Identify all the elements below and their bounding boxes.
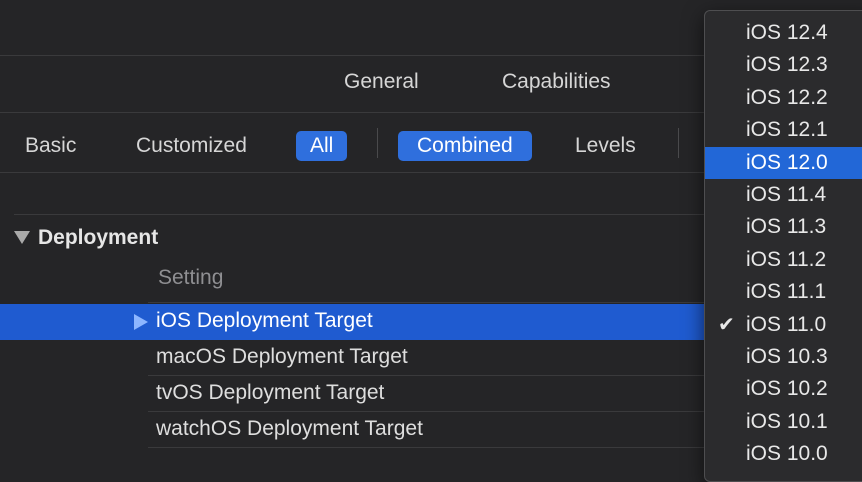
menu-item[interactable]: iOS 12.1: [705, 114, 862, 146]
menu-item[interactable]: iOS 12.4: [705, 17, 862, 49]
section-title: Deployment: [38, 226, 159, 249]
tab-capabilities[interactable]: Capabilities: [502, 70, 611, 94]
menu-item-label: iOS 12.0: [746, 150, 828, 174]
menu-item[interactable]: iOS 11.3: [705, 211, 862, 243]
setting-label: iOS Deployment Target: [156, 309, 373, 332]
menu-item[interactable]: iOS 10.1: [705, 406, 862, 438]
filter-basic[interactable]: Basic: [25, 131, 76, 161]
menu-item-label: iOS 12.3: [746, 53, 828, 77]
menu-item-label: iOS 10.0: [746, 442, 828, 466]
menu-item[interactable]: iOS 11.2: [705, 244, 862, 276]
menu-item-label: iOS 11.0: [746, 312, 827, 336]
setting-row-macos-deployment-target[interactable]: macOS Deployment Target: [0, 340, 715, 376]
tab-general[interactable]: General: [344, 70, 419, 94]
menu-item-label: iOS 10.3: [746, 345, 828, 368]
menu-item-label: iOS 11.1: [746, 280, 827, 304]
setting-row-tvos-deployment-target[interactable]: tvOS Deployment Target: [0, 376, 715, 412]
divider: [148, 302, 715, 303]
setting-row-ios-deployment-target[interactable]: iOS Deployment Target: [0, 304, 715, 340]
menu-item-label: iOS 11.4: [746, 183, 827, 206]
divider: [148, 447, 715, 448]
divider: [14, 214, 714, 215]
menu-item-label: iOS 12.4: [746, 21, 828, 44]
menu-item[interactable]: iOS 12.0: [705, 146, 862, 179]
menu-item-label: iOS 12.2: [746, 85, 828, 109]
menu-item[interactable]: iOS 11.1: [705, 276, 862, 308]
setting-label: macOS Deployment Target: [156, 345, 408, 368]
divider: [678, 128, 679, 158]
menu-item[interactable]: iOS 11.4: [705, 179, 862, 211]
setting-label: tvOS Deployment Target: [156, 381, 385, 404]
menu-item[interactable]: iOS 10.0: [705, 438, 862, 470]
filter-all[interactable]: All: [296, 131, 348, 161]
menu-item[interactable]: ✔ iOS 11.0: [705, 309, 862, 341]
version-dropdown-menu[interactable]: iOS 12.4 iOS 12.3 iOS 12.2 iOS 12.1 iOS 12.0…: [704, 10, 862, 482]
menu-item-label: iOS 10.1: [746, 409, 828, 433]
filter-combined[interactable]: Combined: [398, 131, 532, 161]
filter-levels[interactable]: Levels: [575, 131, 636, 161]
expand-arrow-icon[interactable]: [134, 314, 148, 330]
setting-row-watchos-deployment-target[interactable]: watchOS Deployment Target: [0, 412, 715, 448]
menu-item[interactable]: iOS 10.2: [705, 373, 862, 405]
menu-item[interactable]: iOS 10.3: [705, 341, 862, 373]
menu-item-label: iOS 12.1: [746, 118, 828, 142]
menu-item[interactable]: iOS 12.2: [705, 82, 862, 114]
disclosure-triangle-icon[interactable]: [14, 231, 30, 244]
setting-label: watchOS Deployment Target: [156, 417, 423, 440]
checkmark-icon: ✔: [718, 313, 735, 336]
menu-item-label: iOS 11.2: [746, 247, 827, 271]
filter-customized[interactable]: Customized: [136, 131, 247, 161]
column-header-setting: Setting: [158, 266, 224, 289]
menu-item-label: iOS 10.2: [746, 377, 828, 401]
divider: [377, 128, 378, 158]
menu-item-label: iOS 11.3: [746, 215, 827, 239]
menu-item[interactable]: iOS 12.3: [705, 49, 862, 81]
